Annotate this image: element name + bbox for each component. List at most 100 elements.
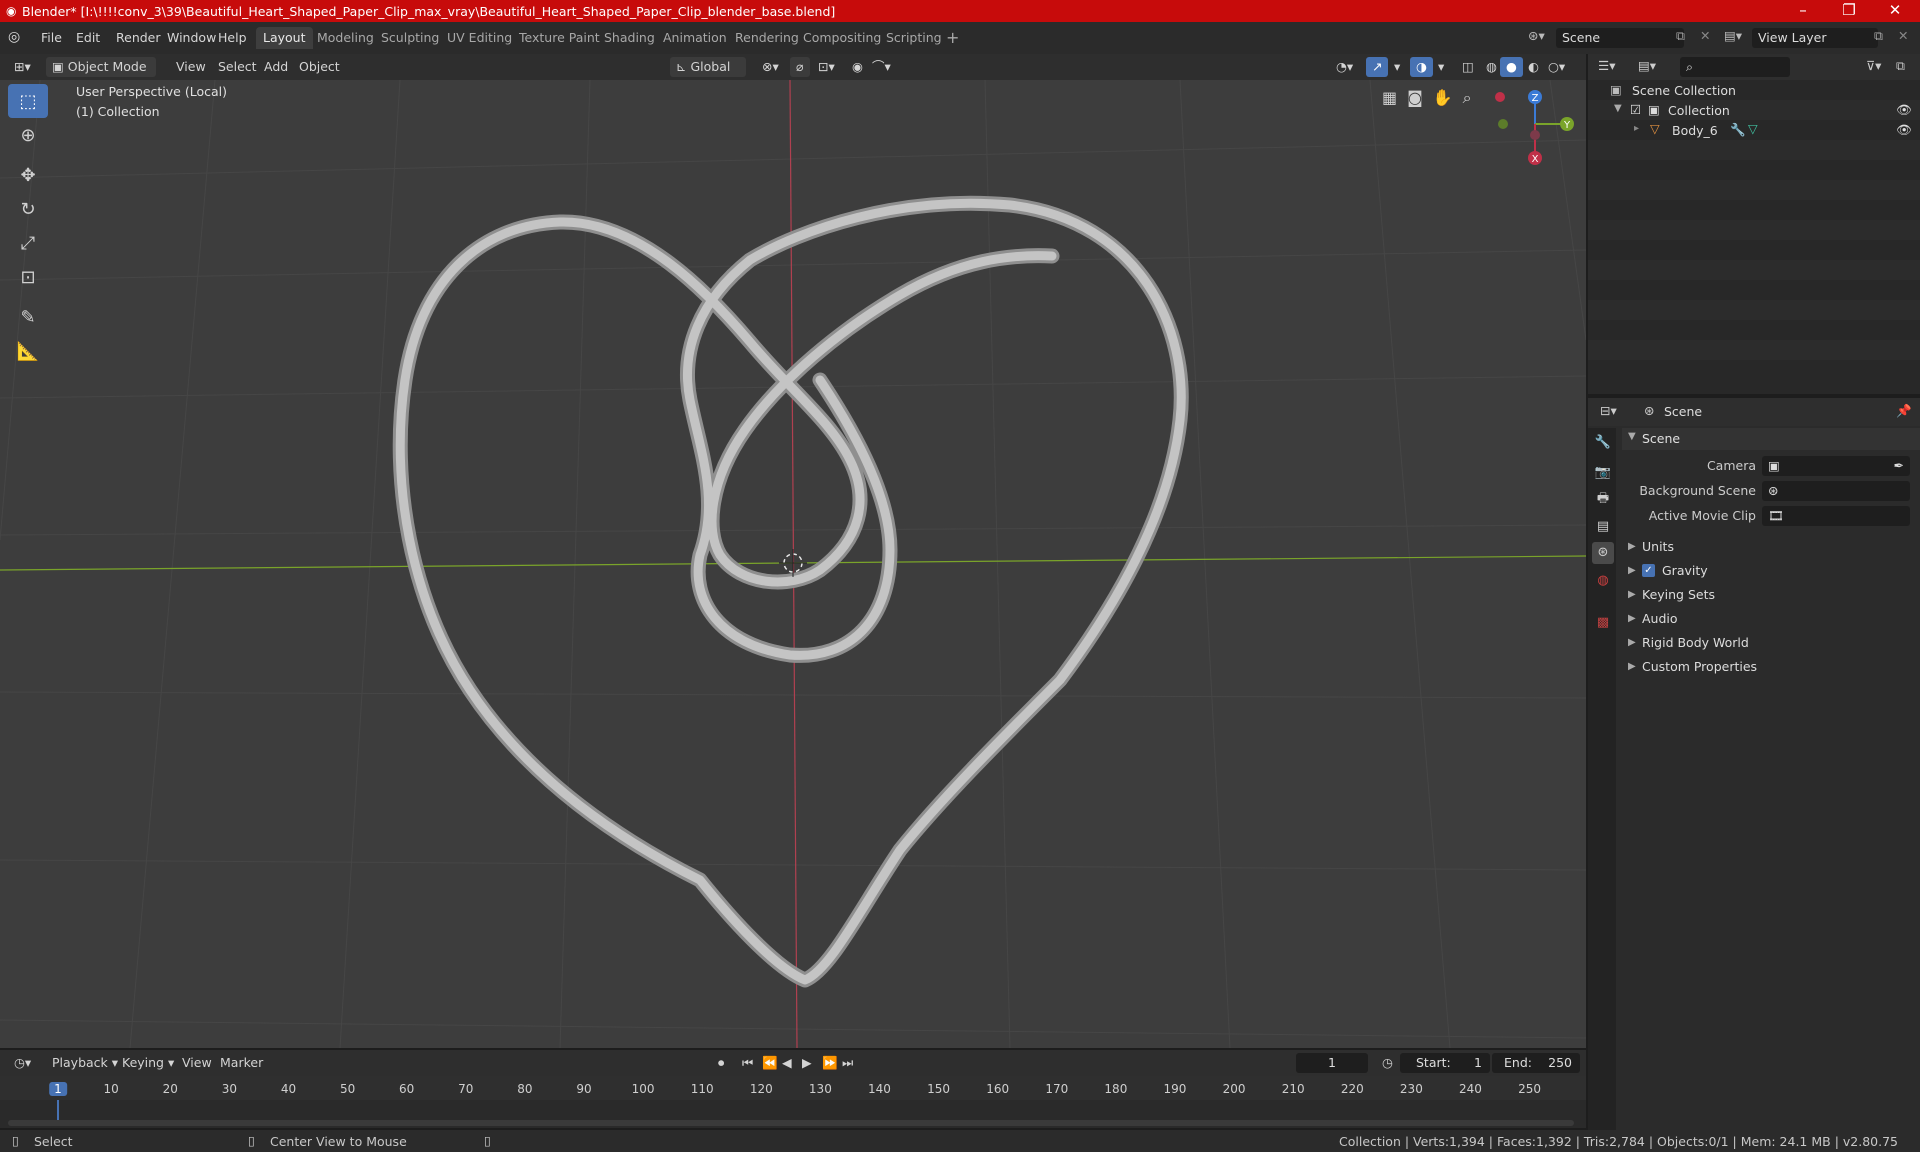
timeline-area[interactable]: 1 10 20 30 40 50 60 70 80 90 100 110 120 130 140 150 160… <box>0 1076 1586 1128</box>
active-movie-clip-field[interactable]: 🎞 <box>1762 506 1910 526</box>
timeline-scrollbar[interactable] <box>8 1120 1574 1126</box>
delete-scene-icon[interactable]: ✕ <box>1700 28 1710 43</box>
record-button-icon[interactable]: ⏺ <box>712 1053 730 1073</box>
background-scene-field[interactable]: ⊛ <box>1762 481 1910 501</box>
rendered-shading-icon[interactable]: ○▾ <box>1542 57 1571 77</box>
scene-browse-icon[interactable]: ⊛▾ <box>1528 28 1545 43</box>
timeline-menu-playback[interactable]: Playback ▾ <box>46 1053 124 1073</box>
view-layer-field[interactable]: View Layer <box>1752 28 1878 48</box>
menu-file[interactable]: File <box>35 28 68 48</box>
timeline-menu-marker[interactable]: Marker <box>214 1053 269 1073</box>
world-tab-icon[interactable]: ◍ <box>1592 570 1614 592</box>
outliner-row-body6[interactable]: ▸ ▽ Body_6 🔧 ▽ 👁 <box>1588 120 1920 140</box>
scene-panel-header[interactable]: ▼ Scene <box>1622 428 1920 450</box>
grid-toggle-icon[interactable]: ▦ <box>1382 88 1397 108</box>
maximize-button[interactable]: ❐ <box>1826 0 1872 22</box>
tool-tab-icon[interactable]: 🔧 <box>1592 432 1614 454</box>
timeline-ruler[interactable]: 1 10 20 30 40 50 60 70 80 90 100 110 120 130 140 150 160… <box>0 1076 1586 1100</box>
menu-edit[interactable]: Edit <box>70 28 106 48</box>
modifier-wrench-icon[interactable]: 🔧 <box>1730 122 1746 138</box>
play-reverse-icon[interactable]: ◀ <box>776 1053 798 1073</box>
scene-name-field[interactable]: Scene <box>1556 28 1684 48</box>
tab-layout[interactable]: Layout <box>256 27 313 49</box>
solid-shading-icon[interactable]: ● <box>1500 57 1523 77</box>
units-section[interactable]: ▶ Units <box>1622 536 1920 558</box>
timeline-menu-view[interactable]: View <box>176 1053 218 1073</box>
outliner-row-scene-collection[interactable]: ▣ Scene Collection <box>1588 80 1920 100</box>
end-frame-field[interactable]: End: 250 <box>1492 1053 1580 1073</box>
xray-icon[interactable]: ◫ <box>1456 57 1480 77</box>
tab-texture-paint[interactable]: Texture Paint <box>512 27 607 49</box>
pivot-point-icon[interactable]: ⊗▾ <box>756 57 785 77</box>
overlay-toggle-icon[interactable]: ◑ <box>1410 57 1433 77</box>
blender-menu-icon[interactable]: ◎ <box>8 29 20 45</box>
outliner-editor-type-icon[interactable]: ☰▾ <box>1598 58 1615 73</box>
falloff-icon[interactable]: ⌒▾ <box>866 57 897 77</box>
move-tool-icon[interactable]: ✥ <box>8 158 48 192</box>
tab-compositing[interactable]: Compositing <box>796 27 888 49</box>
viewport-menu-select[interactable]: Select <box>212 57 263 77</box>
view-layer-tab-icon[interactable]: ▤ <box>1592 516 1614 538</box>
close-button[interactable]: ✕ <box>1872 0 1918 22</box>
scene-tab-icon[interactable]: ⊛ <box>1592 542 1614 564</box>
tab-animation[interactable]: Animation <box>656 27 734 49</box>
transform-orientation-dropdown[interactable]: ⊾ Global ▾ <box>670 57 746 94</box>
viewport-menu-view[interactable]: View <box>170 57 212 77</box>
zoom-icon[interactable]: ⌕ <box>1463 88 1472 108</box>
timeline-menu-keying[interactable]: Keying ▾ <box>116 1053 180 1073</box>
gizmo-toggle-icon[interactable]: ↗ <box>1366 57 1389 77</box>
new-collection-icon[interactable]: ⧉ <box>1896 58 1905 74</box>
new-scene-icon[interactable]: ⧉ <box>1676 28 1685 44</box>
snap-target-icon[interactable]: ⊡▾ <box>812 57 841 77</box>
tab-modeling[interactable]: Modeling <box>310 27 381 49</box>
filter-icon[interactable]: ⊽▾ <box>1866 58 1881 73</box>
collection-visibility-eye-icon[interactable]: 👁 <box>1896 102 1912 118</box>
snap-icon[interactable]: ⌀ <box>790 57 810 77</box>
measure-tool-icon[interactable]: 📐 <box>8 334 48 368</box>
outliner-search-input[interactable]: ⌕ <box>1680 57 1790 77</box>
scale-tool-icon[interactable]: ⤢ <box>8 226 48 260</box>
display-mode-icon[interactable]: ▤▾ <box>1638 58 1656 73</box>
viewport-menu-object[interactable]: Object <box>293 57 346 77</box>
viewport-menu-add[interactable]: Add <box>258 57 294 77</box>
minimize-button[interactable]: – <box>1780 0 1826 22</box>
tab-scripting[interactable]: Scripting <box>879 27 949 49</box>
play-icon[interactable]: ▶ <box>796 1053 818 1073</box>
3d-viewport[interactable]: Z Y X User Perspective (Local) (1) Colle… <box>0 80 1586 1048</box>
editor-type-icon[interactable]: ⊞▾ <box>8 57 37 77</box>
current-frame-field[interactable]: 1 <box>1296 1053 1368 1073</box>
gizmo-dropdown-icon[interactable]: ▾ <box>1388 57 1406 77</box>
rigid-body-world-section[interactable]: ▶ Rigid Body World <box>1622 632 1920 654</box>
exclude-checkbox[interactable]: ☑ <box>1630 102 1641 117</box>
tab-rendering[interactable]: Rendering <box>728 27 806 49</box>
render-tab-icon[interactable]: 📷 <box>1592 462 1614 484</box>
expand-arrow-icon[interactable]: ▼ <box>1614 103 1622 114</box>
mode-dropdown[interactable]: ▣ Object Mode ▾ <box>46 57 156 94</box>
audio-section[interactable]: ▶ Audio <box>1622 608 1920 630</box>
outliner-row-collection[interactable]: ▼ ☑ ▣ Collection 👁 <box>1588 100 1920 120</box>
start-frame-field[interactable]: Start: 1 <box>1400 1053 1490 1073</box>
viewport-canvas[interactable]: Z Y X <box>0 80 1586 1048</box>
delete-view-layer-icon[interactable]: ✕ <box>1898 28 1908 43</box>
timeline-editor-type-icon[interactable]: ◷▾ <box>8 1053 37 1073</box>
pin-icon[interactable]: 📌 <box>1896 403 1912 419</box>
transform-tool-icon[interactable]: ⊡ <box>8 260 48 294</box>
rotate-tool-icon[interactable]: ↻ <box>8 192 48 226</box>
output-tab-icon[interactable]: 🖶 <box>1592 488 1614 510</box>
object-visibility-eye-icon[interactable]: 👁 <box>1896 122 1912 138</box>
cursor-tool-icon[interactable]: ⊕ <box>8 118 48 152</box>
tab-sculpting[interactable]: Sculpting <box>374 27 446 49</box>
jump-end-icon[interactable]: ⏭ <box>836 1053 859 1073</box>
tab-uv-editing[interactable]: UV Editing <box>440 27 519 49</box>
view-layer-browse-icon[interactable]: ▤▾ <box>1724 28 1742 43</box>
custom-properties-section[interactable]: ▶ Custom Properties <box>1622 656 1920 678</box>
overlay-dropdown-icon[interactable]: ▾ <box>1432 57 1450 77</box>
menu-render[interactable]: Render <box>110 28 167 48</box>
gravity-section[interactable]: ▶ ✓ Gravity <box>1622 560 1920 582</box>
select-box-icon[interactable]: ⬚ <box>8 84 48 118</box>
eyedropper-icon[interactable]: ✒ <box>1894 456 1904 476</box>
gravity-checkbox[interactable]: ✓ <box>1642 564 1655 577</box>
visibility-icon[interactable]: ◔▾ <box>1330 57 1359 77</box>
object-expand-arrow-icon[interactable]: ▸ <box>1634 123 1639 134</box>
texture-tab-icon[interactable]: ▩ <box>1592 612 1614 634</box>
